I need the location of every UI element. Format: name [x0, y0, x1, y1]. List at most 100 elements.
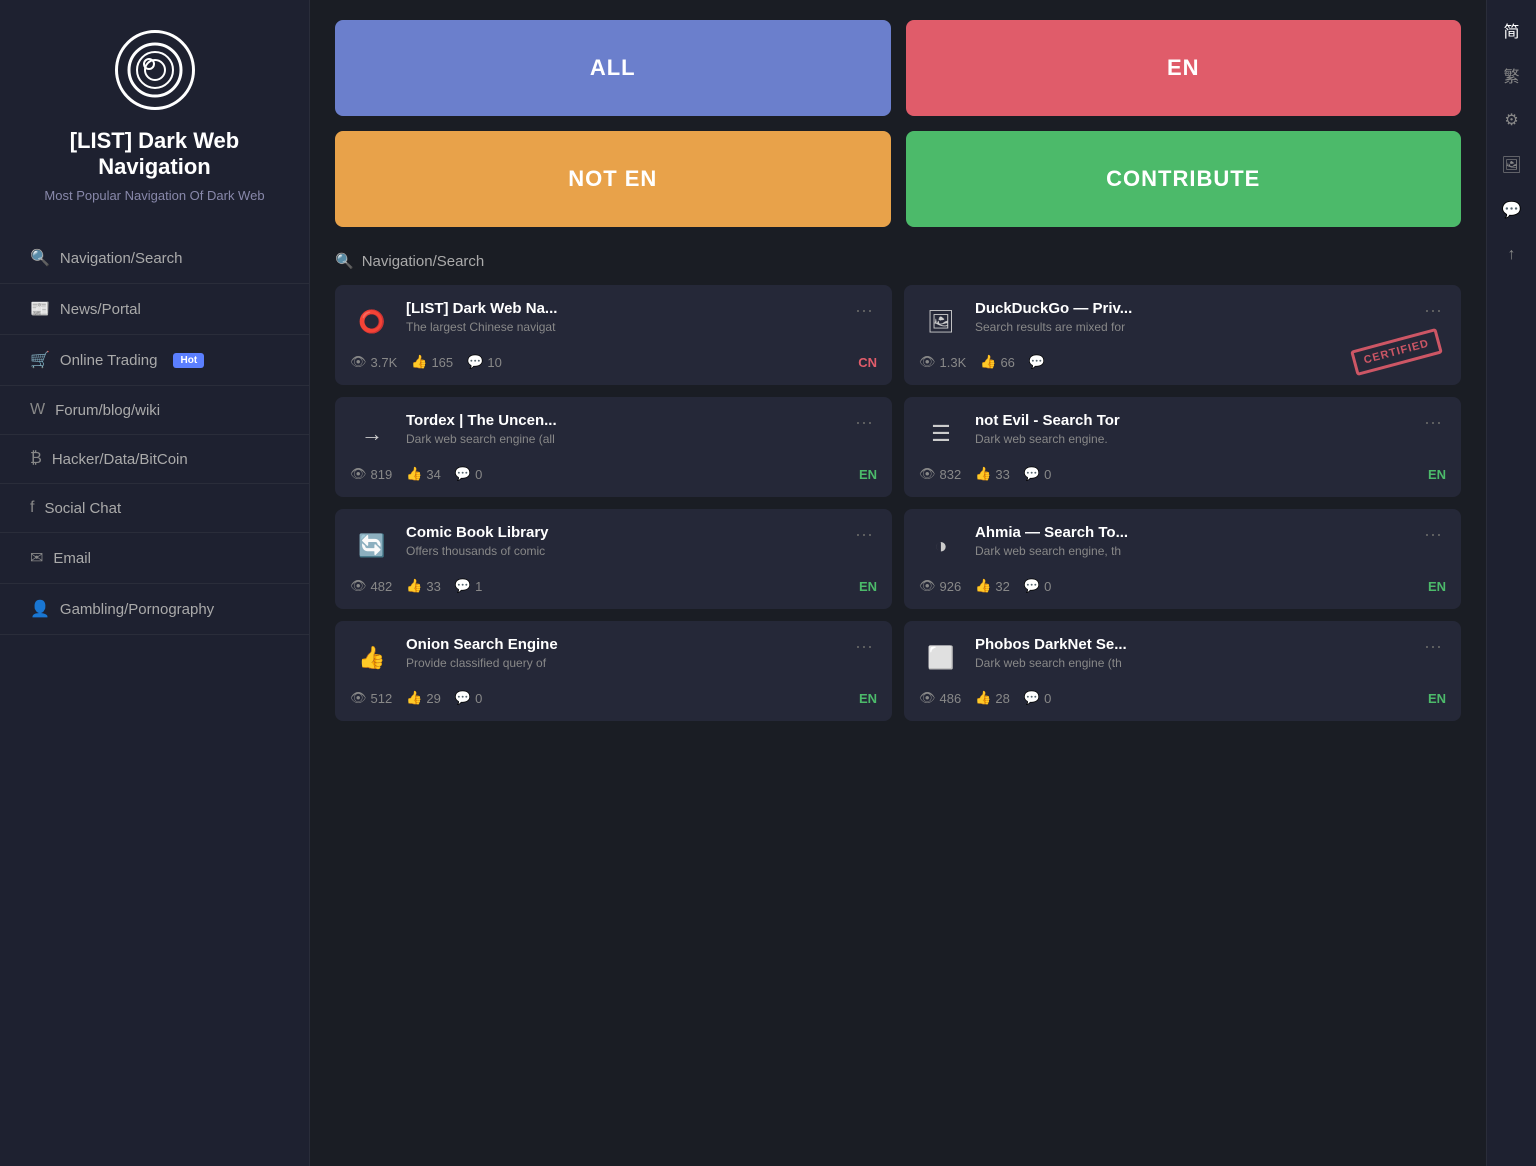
filter-btn-not-en[interactable]: NOT EN	[335, 131, 891, 227]
card-menu-button[interactable]: ···	[1420, 412, 1446, 433]
card-menu-button[interactable]: ···	[1420, 300, 1446, 321]
card-icon: ☰	[919, 412, 963, 456]
likes-stat: 👍 29	[406, 690, 441, 706]
thumb-icon: 👍	[406, 466, 422, 482]
card-desc: Offers thousands of comic	[406, 544, 839, 558]
lang-badge: EN	[859, 691, 877, 706]
sidebar-item-hacker-data-bitcoin[interactable]: ₿ Hacker/Data/BitCoin	[0, 435, 309, 484]
sidebar-nav: 🔍 Navigation/Search📰 News/Portal🛒 Online…	[0, 233, 309, 635]
card-menu-button[interactable]: ···	[851, 412, 877, 433]
comment-icon: 💬	[1024, 466, 1040, 482]
eye-icon: 👁	[919, 466, 936, 482]
eye-icon: 👁	[919, 354, 936, 370]
thumb-icon: 👍	[975, 690, 991, 706]
card-footer: 👁 3.7K 👍 165 💬 10 CN	[350, 354, 877, 370]
sidebar-item-news-portal[interactable]: 📰 News/Portal	[0, 284, 309, 335]
comment-icon: 💬	[1024, 690, 1040, 706]
views-stat: 👁 482	[350, 578, 392, 594]
up-icon[interactable]: ↑	[1492, 235, 1532, 275]
card-card-2: 🖼 DuckDuckGo — Priv... Search results ar…	[904, 285, 1461, 385]
lang-badge: CN	[858, 355, 877, 370]
card-menu-button[interactable]: ···	[1420, 636, 1446, 657]
card-info: Tordex | The Uncen... Dark web search en…	[406, 412, 839, 446]
nav-icon-hacker-data-bitcoin: ₿	[30, 450, 42, 468]
comments-stat: 💬 1	[455, 578, 482, 594]
likes-stat: 👍 28	[975, 690, 1010, 706]
lang-badge: EN	[1428, 579, 1446, 594]
filter-buttons: ALLENNOT ENCONTRIBUTE	[335, 20, 1461, 227]
comment-icon: 💬	[1029, 354, 1045, 370]
card-desc: Dark web search engine (th	[975, 656, 1408, 670]
likes-stat: 👍 66	[980, 354, 1015, 370]
card-menu-button[interactable]: ···	[851, 636, 877, 657]
comments-stat: 💬 0	[1024, 466, 1051, 482]
card-info: not Evil - Search Tor Dark web search en…	[975, 412, 1408, 446]
eye-icon: 👁	[350, 354, 367, 370]
card-card-6: ◑ Ahmia — Search To... Dark web search e…	[904, 509, 1461, 609]
nav-label-online-trading: Online Trading	[60, 352, 158, 369]
filter-btn-all[interactable]: ALL	[335, 20, 891, 116]
likes-stat: 👍 32	[975, 578, 1010, 594]
card-icon: →	[350, 412, 394, 456]
card-header: ◑ Ahmia — Search To... Dark web search e…	[919, 524, 1446, 568]
settings-icon[interactable]: ⚙	[1492, 100, 1532, 140]
comment-icon: 💬	[455, 690, 471, 706]
comment-icon: 💬	[455, 578, 471, 594]
card-desc: The largest Chinese navigat	[406, 320, 839, 334]
app-subtitle: Most Popular Navigation Of Dark Web	[24, 188, 284, 203]
chat-icon[interactable]: 💬	[1492, 190, 1532, 230]
card-card-3: → Tordex | The Uncen... Dark web search …	[335, 397, 892, 497]
card-title: [LIST] Dark Web Na...	[406, 300, 839, 317]
sidebar-item-email[interactable]: ✉ Email	[0, 533, 309, 584]
card-info: Ahmia — Search To... Dark web search eng…	[975, 524, 1408, 558]
card-footer: 👁 819 👍 34 💬 0 EN	[350, 466, 877, 482]
comments-stat: 💬 10	[467, 354, 502, 370]
sidebar-item-forum-blog-wiki[interactable]: W Forum/blog/wiki	[0, 386, 309, 435]
sidebar-item-gambling-pornography[interactable]: 👤 Gambling/Pornography	[0, 584, 309, 635]
comments-stat: 💬 0	[455, 690, 482, 706]
card-title: Onion Search Engine	[406, 636, 839, 653]
card-footer: 👁 486 👍 28 💬 0 EN	[919, 690, 1446, 706]
section-header: 🔍 Navigation/Search	[335, 252, 1461, 270]
likes-stat: 👍 34	[406, 466, 441, 482]
card-footer: 👁 926 👍 32 💬 0 EN	[919, 578, 1446, 594]
nav-icon-online-trading: 🛒	[30, 350, 50, 370]
nav-label-navigation-search: Navigation/Search	[60, 250, 183, 267]
card-header: ☰ not Evil - Search Tor Dark web search …	[919, 412, 1446, 456]
card-info: Comic Book Library Offers thousands of c…	[406, 524, 839, 558]
traditional-chinese[interactable]: 繁	[1492, 55, 1532, 95]
comments-stat: 💬 0	[1024, 578, 1051, 594]
card-menu-button[interactable]: ···	[1420, 524, 1446, 545]
card-info: Onion Search Engine Provide classified q…	[406, 636, 839, 670]
image-icon[interactable]: 🖼	[1492, 145, 1532, 185]
comments-stat: 💬 0	[1024, 690, 1051, 706]
lang-badge: EN	[1428, 691, 1446, 706]
main-content: ALLENNOT ENCONTRIBUTE 🔍 Navigation/Searc…	[310, 0, 1486, 1166]
simplified-chinese[interactable]: 简	[1492, 10, 1532, 50]
card-title: Ahmia — Search To...	[975, 524, 1408, 541]
thumb-icon: 👍	[975, 578, 991, 594]
thumb-icon: 👍	[406, 690, 422, 706]
sidebar-item-navigation-search[interactable]: 🔍 Navigation/Search	[0, 233, 309, 284]
card-menu-button[interactable]: ···	[851, 524, 877, 545]
filter-btn-en[interactable]: EN	[906, 20, 1462, 116]
card-icon: ⬜	[919, 636, 963, 680]
nav-icon-forum-blog-wiki: W	[30, 401, 45, 419]
comments-stat: 💬	[1029, 354, 1049, 370]
card-title: Comic Book Library	[406, 524, 839, 541]
lang-badge: EN	[859, 467, 877, 482]
card-header: 👍 Onion Search Engine Provide classified…	[350, 636, 877, 680]
card-title: Phobos DarkNet Se...	[975, 636, 1408, 653]
sidebar-item-social-chat[interactable]: f Social Chat	[0, 484, 309, 533]
nav-icon-social-chat: f	[30, 499, 34, 517]
likes-stat: 👍 33	[975, 466, 1010, 482]
nav-label-social-chat: Social Chat	[44, 500, 121, 517]
filter-btn-contribute[interactable]: CONTRIBUTE	[906, 131, 1462, 227]
sidebar-item-online-trading[interactable]: 🛒 Online TradingHot	[0, 335, 309, 386]
card-menu-button[interactable]: ···	[851, 300, 877, 321]
card-desc: Search results are mixed for	[975, 320, 1408, 334]
card-icon: 🔄	[350, 524, 394, 568]
card-icon: ◑	[919, 524, 963, 568]
card-icon: 👍	[350, 636, 394, 680]
eye-icon: 👁	[350, 466, 367, 482]
